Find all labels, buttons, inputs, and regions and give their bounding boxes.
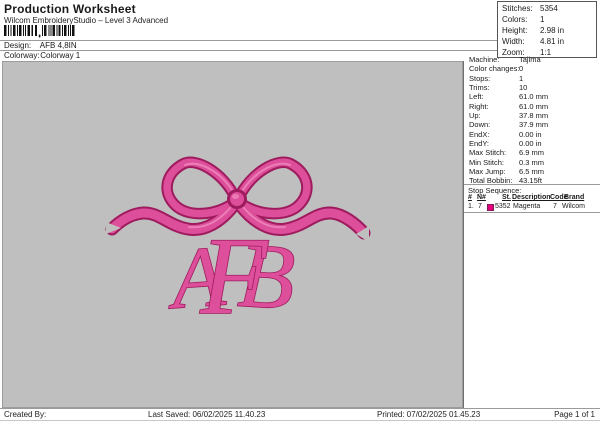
design-row: Design: AFB 4,8IN [4,41,77,50]
col-header: N# [477,194,486,201]
info-value: 0.00 in [519,139,542,149]
footer-page-number: Page 1 of 1 [554,410,595,419]
page-title: Production Worksheet [4,2,136,16]
bow-knot [227,189,247,209]
stat-value: 1 [540,15,545,24]
info-row: Max Stitch: 6.9 mm [469,148,598,157]
footer-last-saved: Last Saved: 06/02/2025 11.40.23 [148,410,266,419]
info-row: Right: 61.0 mm [469,102,598,111]
monogram-letter-center: F [199,215,269,337]
info-row: Up: 37.8 mm [469,111,598,120]
design-canvas: A B F [2,61,463,408]
info-row: Stops: 1 [469,74,598,83]
info-label: Left: [469,92,484,102]
info-value: 0 [519,64,524,74]
footer-divider [0,408,600,409]
stat-row: Colors: 1 [502,15,596,26]
info-label: Color changes: [469,64,520,74]
info-label: Stops: [469,73,491,83]
info-label: EndY: [469,139,490,149]
machine-info-panel: Machine: Tajima Color changes: 0 Stops: 1 T… [463,55,600,408]
info-row: EndY: 0.00 in [469,139,598,148]
design-value: AFB 4,8IN [39,41,77,50]
info-value: 6.5 mm [519,167,545,177]
stop-brand: Wilcom [562,203,585,210]
info-label: Down: [469,120,491,130]
divider [464,184,600,185]
info-label: Machine: [469,55,500,64]
footer-printed: Printed: 07/02/2025 01.45.23 [377,410,481,419]
info-value: 61.0 mm [519,92,549,102]
info-label: Up: [469,111,481,121]
stop-thread-code: 5352 [495,203,511,210]
info-label: Min Stitch: [469,157,505,167]
colorway-value: Colorway 1 [40,51,81,60]
info-label: Right: [469,101,489,111]
info-row: Min Stitch: 0.3 mm [469,158,598,167]
stat-value: 4.81 in [540,37,565,46]
stat-label: Colors: [502,15,528,24]
info-label: Max Jump: [469,167,506,177]
divider [464,212,600,213]
stop-needle: 7 [478,203,482,210]
info-label: Max Stitch: [469,148,507,158]
footer-created-by: Created By: [4,410,47,419]
stop-sequence-header: # N# St. Description Code Brand [464,194,600,203]
stat-label: Stitches: [502,4,533,13]
col-header: St. [502,194,511,201]
info-label: EndX: [469,129,490,139]
info-value: 0.3 mm [519,157,545,167]
info-row: Trims: 10 [469,83,598,92]
info-row: Color changes: 0 [469,64,598,73]
stat-value: 5354 [540,4,558,13]
barcode-icon [4,25,75,38]
machine-info-list: Machine: Tajima Color changes: 0 Stops: 1 T… [469,55,598,186]
info-value: 37.8 mm [519,111,549,121]
stat-row: Height: 2.98 in [502,26,596,37]
info-row: Machine: Tajima [469,55,598,64]
info-row: EndX: 0.00 in [469,130,598,139]
info-label: Trims: [469,83,490,93]
stat-row: Stitches: 5354 [502,4,596,15]
stat-label: Height: [502,26,528,35]
stop-description: Magenta [513,203,541,210]
colorway-row: Colorway: Colorway 1 [4,51,80,60]
footer-bottom-divider [0,420,600,421]
stat-value: 2.98 in [540,26,565,35]
monogram: A B F [163,214,299,338]
info-value: Tajima [519,55,541,64]
info-value: 6.9 mm [519,148,545,158]
info-row: Max Jump: 6.5 mm [469,167,598,176]
col-header: Description [512,194,551,201]
production-worksheet-page: Production Worksheet Wilcom EmbroiderySt… [0,0,600,424]
col-header: # [468,194,472,201]
info-value: 0.00 in [519,129,542,139]
stop-code: 7 [553,203,557,210]
thread-color-swatch-icon [487,204,494,211]
design-label: Design: [4,41,32,50]
col-header: Brand [564,194,585,201]
info-value: 10 [519,83,528,93]
info-value: 1 [519,73,524,83]
colorway-label: Colorway: [4,51,40,60]
stop-sequence-row: 1. 7 5352 Magenta 7 Wilcom [464,203,600,212]
info-value: 37.9 mm [519,120,549,130]
stat-row: Width: 4.81 in [502,37,596,48]
stop-num: 1. [468,203,474,210]
design-stats-box: Stitches: 5354 Colors: 1 Height: 2.98 in… [497,1,597,58]
stat-label: Width: [502,37,525,46]
info-row: Left: 61.0 mm [469,92,598,101]
embroidery-design: A B F [3,62,462,407]
info-value: 61.0 mm [519,101,549,111]
info-row: Down: 37.9 mm [469,120,598,129]
app-subtitle: Wilcom EmbroideryStudio – Level 3 Advanc… [4,16,169,25]
